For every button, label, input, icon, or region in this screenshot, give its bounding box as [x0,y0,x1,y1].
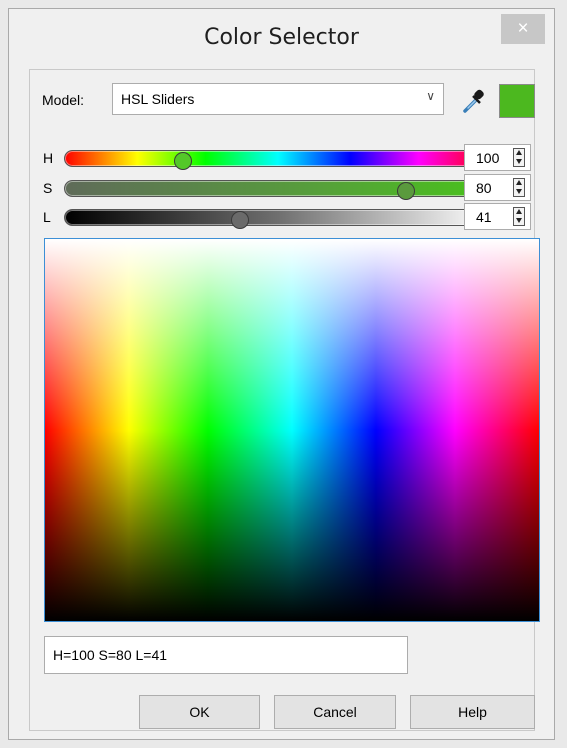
hue-spinbox[interactable]: 100 [464,144,531,171]
model-label: Model: [42,92,85,108]
lightness-stepper[interactable] [513,207,525,226]
hue-slider-thumb[interactable] [174,152,193,170]
model-dropdown-value: HSL Sliders [121,91,195,107]
dialog-title: Color Selector [204,25,359,50]
chevron-down-icon: ∨ [426,89,435,103]
saturation-slider-track[interactable] [64,180,492,200]
title-bar: Color Selector × [9,9,554,65]
lightness-slider-thumb[interactable] [230,211,249,229]
saturation-spinbox[interactable]: 80 [464,174,531,201]
model-dropdown[interactable]: HSL Sliders ∨ [112,83,444,115]
ok-button[interactable]: OK [139,695,260,729]
lightness-spinbox[interactable]: 41 [464,203,531,230]
close-icon: × [517,18,529,39]
lightness-label: L [43,209,51,225]
saturation-slider-row: S 80 [40,174,540,201]
color-spectrum-picker[interactable] [44,238,540,622]
close-button[interactable]: × [501,14,545,44]
color-value-field[interactable]: H=100 S=80 L=41 [44,636,408,674]
eyedropper-icon[interactable] [460,88,488,116]
lightness-value: 41 [476,209,492,225]
lightness-slider-track[interactable] [64,209,492,229]
saturation-stepper[interactable] [513,178,525,197]
hue-slider-row: H 100 [40,144,540,171]
saturation-value: 80 [476,180,492,196]
color-swatch [499,84,535,118]
saturation-label: S [43,180,53,196]
hue-value: 100 [476,150,500,166]
cancel-button[interactable]: Cancel [274,695,396,729]
color-value-text: H=100 S=80 L=41 [53,647,168,663]
hue-stepper[interactable] [513,148,525,167]
hue-label: H [43,150,54,166]
hue-slider-track[interactable] [64,150,492,170]
lightness-slider-row: L 41 [40,203,540,230]
help-button[interactable]: Help [410,695,535,729]
saturation-slider-thumb[interactable] [396,182,415,200]
